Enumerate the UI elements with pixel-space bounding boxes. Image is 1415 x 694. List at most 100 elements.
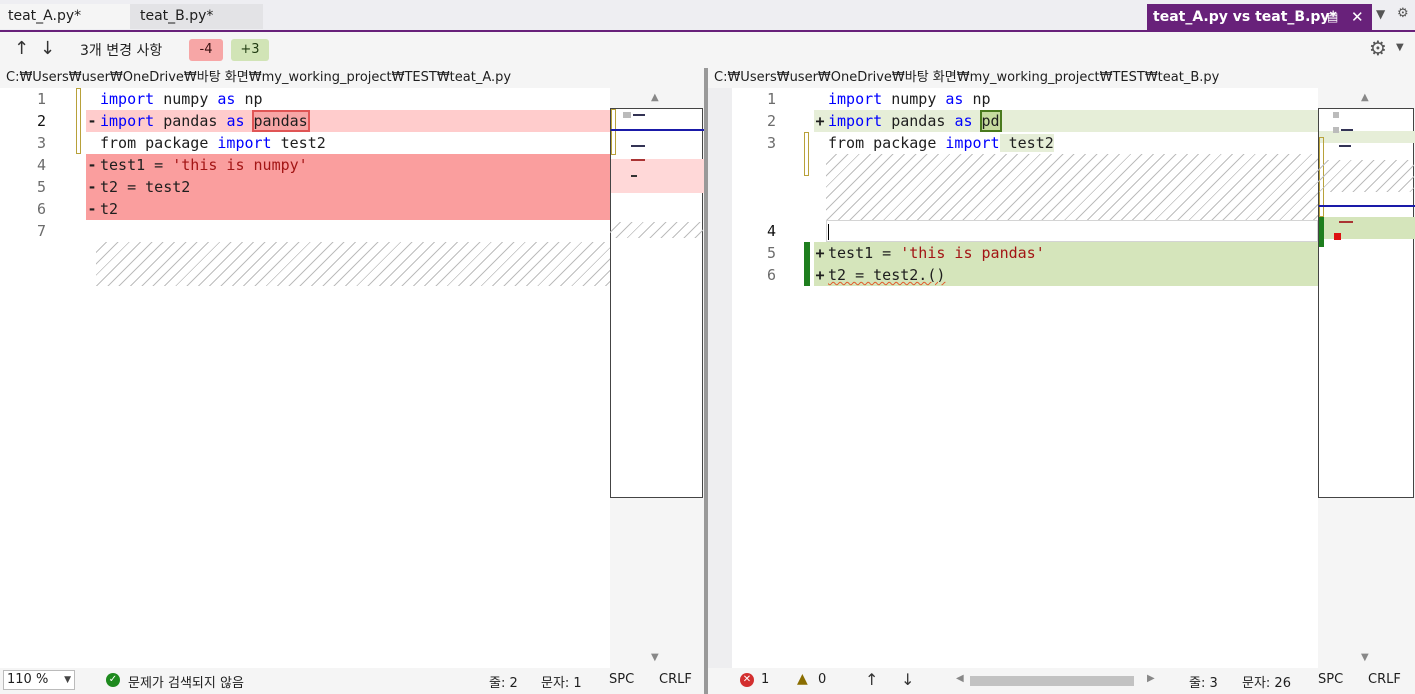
changed-word: pd	[979, 110, 1002, 132]
code-line: import numpy as np	[828, 88, 1054, 110]
code-text: test1 =	[100, 156, 173, 174]
warning-icon[interactable]: ▲	[797, 671, 808, 687]
right-line-numbers: 1 2 3	[746, 88, 776, 154]
scroll-right-arrow-icon[interactable]: ▶	[1147, 673, 1155, 684]
previous-issue-arrow-up-icon[interactable]: ↑	[865, 670, 878, 689]
code-line: t2	[100, 200, 119, 218]
zoom-level-select[interactable]: 110 % ▼	[3, 670, 75, 690]
line-indicator[interactable]: 줄: 2	[489, 672, 518, 691]
issues-status[interactable]: 문제가 검색되지 않음	[128, 672, 244, 691]
left-file-path: C:₩Users₩user₩OneDrive₩바탕 화면₩my_working_…	[0, 68, 704, 88]
added-marker: +	[815, 244, 825, 262]
added-indicator-bar	[804, 242, 810, 286]
line-indicator[interactable]: 줄: 3	[1189, 672, 1218, 691]
whitespace-indicator[interactable]: SPC	[609, 672, 634, 687]
tab-list-dropdown-icon[interactable]: ▼	[1376, 7, 1385, 21]
changed-word: pandas	[251, 110, 310, 132]
left-editor-pane[interactable]: 1 2 3 4 5 6 7 - - - - import numpy as np…	[0, 88, 610, 668]
line-ending-indicator[interactable]: CRLF	[659, 672, 692, 687]
warning-count[interactable]: 0	[818, 672, 826, 687]
left-line-numbers: 1 2 3 4 5 6 7	[16, 88, 46, 242]
next-issue-arrow-down-icon[interactable]: ↓	[901, 670, 914, 689]
code-line-with-error: t2 = test2.()	[828, 266, 946, 284]
code-text: test2	[999, 134, 1054, 152]
right-file-path: C:₩Users₩user₩OneDrive₩바탕 화면₩my_working_…	[708, 68, 1415, 88]
added-lines-badge: +3	[231, 39, 269, 61]
overview-line	[1341, 129, 1353, 131]
pin-icon[interactable]: ▤	[1327, 4, 1338, 30]
alignment-filler	[96, 242, 610, 286]
code-text: numpy	[882, 90, 946, 108]
line-number: 3	[36, 134, 46, 152]
tab-settings-icon[interactable]: ⚙	[1397, 6, 1409, 21]
keyword: import	[100, 90, 155, 108]
error-count[interactable]: 1	[761, 672, 769, 687]
string-literal: 'this is numpy'	[172, 156, 308, 174]
chevron-down-icon[interactable]: ▼	[1396, 42, 1404, 53]
alignment-filler	[826, 154, 1318, 220]
code-text: numpy	[154, 90, 218, 108]
tab-diff-label: teat_A.py vs teat_B.py*	[1153, 9, 1337, 25]
removed-marker: -	[87, 178, 97, 196]
close-icon[interactable]: ✕	[1351, 4, 1364, 30]
code-line: t2 = test2	[100, 178, 191, 196]
column-indicator[interactable]: 문자: 1	[541, 672, 582, 691]
keyword: as	[945, 90, 964, 108]
string-literal: 'this is pandas'	[900, 244, 1045, 262]
right-overview-scrollbar[interactable]: ▲ ▼	[1318, 88, 1415, 668]
line-number: 3	[766, 134, 776, 152]
scroll-left-arrow-icon[interactable]: ◀	[956, 673, 964, 684]
change-indicator-bar	[804, 132, 809, 176]
overview-viewport-line	[611, 129, 704, 131]
line-number: 4	[36, 156, 46, 174]
previous-change-arrow-up-icon[interactable]: ↑	[14, 38, 29, 59]
column-indicator[interactable]: 문자: 26	[1242, 672, 1291, 691]
error-icon[interactable]: ✕	[740, 673, 754, 687]
line-ending-indicator[interactable]: CRLF	[1368, 672, 1401, 687]
chevron-down-icon: ▼	[64, 675, 71, 685]
removed-lines-badge: -4	[189, 39, 223, 61]
overview-block	[1333, 112, 1339, 118]
line-number: 5	[766, 244, 776, 262]
code-text: test1 =	[828, 244, 901, 262]
keyword: as	[954, 112, 973, 130]
right-line-numbers-lower: 4 5 6	[746, 220, 776, 286]
horizontal-scroll-thumb[interactable]	[970, 676, 1134, 686]
keyword: import	[828, 90, 883, 108]
left-overview-scrollbar[interactable]: ▲ ▼	[610, 88, 704, 668]
overview-block	[1333, 127, 1339, 133]
right-gutter-margin	[708, 88, 732, 668]
overview-line	[633, 114, 645, 116]
gear-icon[interactable]: ⚙	[1369, 36, 1387, 60]
overview-viewport-line	[1319, 205, 1415, 207]
whitespace-indicator[interactable]: SPC	[1318, 672, 1343, 687]
keyword: import	[217, 134, 272, 152]
overview-map[interactable]	[610, 108, 704, 498]
overview-line	[1339, 145, 1351, 147]
current-line-highlight	[826, 220, 1318, 242]
tab-teat-b[interactable]: teat_B.py*	[130, 4, 263, 29]
keyword: import	[100, 112, 155, 130]
overview-block	[623, 112, 631, 118]
scroll-up-arrow-icon[interactable]: ▲	[1361, 92, 1369, 103]
scroll-up-arrow-icon[interactable]: ▲	[651, 92, 659, 103]
code-text: from package	[100, 134, 218, 152]
change-indicator-bar	[76, 88, 81, 154]
change-indicator-bar	[611, 109, 616, 155]
next-change-arrow-down-icon[interactable]: ↓	[40, 38, 55, 59]
tab-diff-active[interactable]: teat_A.py vs teat_B.py* ▤ ✕	[1147, 4, 1372, 30]
added-marker: +	[815, 266, 825, 284]
zoom-value: 110 %	[7, 672, 49, 687]
tab-teat-a[interactable]: teat_A.py*	[0, 4, 130, 29]
overview-line	[1339, 221, 1353, 223]
overview-line	[631, 145, 645, 147]
removed-marker: -	[87, 200, 97, 218]
right-editor-pane[interactable]: 1 2 3 4 5 6 + + + import numpy as np imp…	[732, 88, 1318, 668]
line-number: 1	[36, 90, 46, 108]
scroll-down-arrow-icon[interactable]: ▼	[1361, 652, 1369, 663]
code-text: test2	[271, 134, 326, 152]
scroll-down-arrow-icon[interactable]: ▼	[651, 652, 659, 663]
keyword: import	[828, 112, 883, 130]
removed-marker: -	[87, 156, 97, 174]
code-line: from package import test2	[100, 132, 326, 154]
